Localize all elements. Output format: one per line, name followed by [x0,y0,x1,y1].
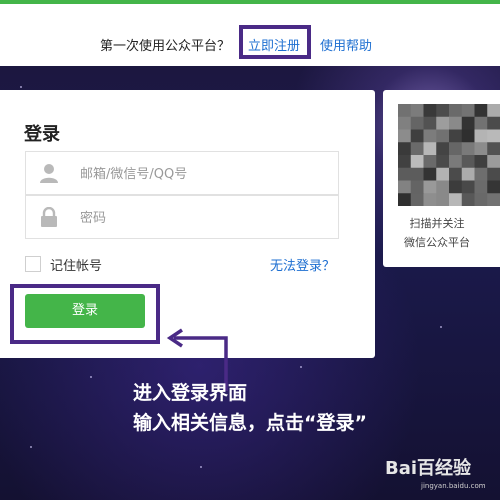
qr-code-image [398,104,500,207]
annotation-line2: 输入相关信息，点击“登录” [133,412,367,434]
help-link[interactable]: 使用帮助 [320,35,372,54]
cant-login-link[interactable]: 无法登录？ [270,255,335,274]
account-field[interactable] [25,151,339,195]
remember-label: 记住帐号 [50,259,103,274]
watermark-brand: Bai百经验 [385,457,472,479]
baidu-jingyan-watermark: Bai百经验 jingyan.baidu.com [385,457,486,490]
password-input[interactable] [78,206,322,230]
lock-icon [40,206,58,227]
user-icon [40,163,58,183]
register-highlight-box [239,25,311,59]
remember-checkbox[interactable] [25,256,41,272]
login-highlight-box [10,284,160,344]
account-input[interactable] [78,162,322,186]
qr-caption-line2: 微信公众平台 [404,236,470,249]
qr-caption-line1: 扫描并关注 [409,217,465,230]
first-time-prompt: 第一次使用公众平台？ [100,39,231,54]
watermark-url: jingyan.baidu.com [420,482,486,490]
annotation-line1: 进入登录界面 [133,382,248,404]
login-title: 登录 [24,124,60,145]
password-field[interactable] [25,195,339,239]
